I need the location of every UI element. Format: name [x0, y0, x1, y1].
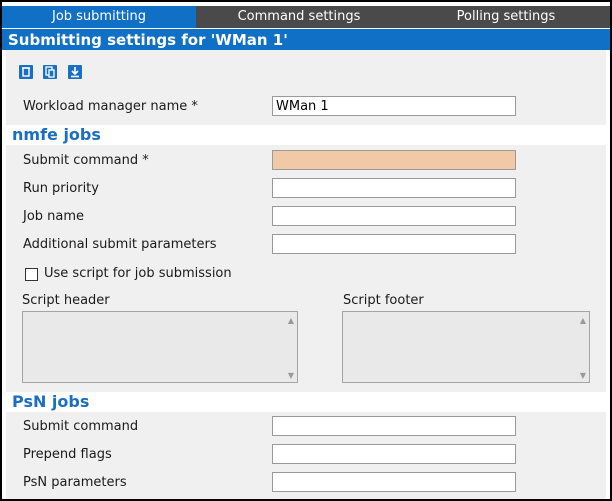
nmfe-submit-command-input[interactable] [272, 150, 516, 170]
tab-command-settings[interactable]: Command settings [196, 6, 402, 28]
script-footer-textarea[interactable]: ▲ ▼ [342, 311, 590, 383]
run-priority-input[interactable] [272, 178, 516, 198]
job-name-label: Job name [23, 209, 85, 224]
scroll-down-arrow-icon[interactable]: ▼ [288, 371, 294, 380]
workload-manager-name-label: Workload manager name * [23, 99, 198, 114]
delete-icon[interactable] [19, 65, 33, 79]
use-script-label: Use script for job submission [44, 266, 232, 281]
use-script-checkbox[interactable] [25, 268, 38, 281]
nmfe-submit-command-label: Submit command * [23, 153, 149, 168]
script-header-label: Script header [22, 293, 110, 308]
prepend-flags-input[interactable] [272, 444, 516, 464]
tab-bar: Job submitting Command settings Polling … [2, 6, 610, 28]
additional-submit-parameters-input[interactable] [272, 234, 516, 254]
additional-submit-parameters-label: Additional submit parameters [23, 237, 217, 252]
scroll-up-arrow-icon[interactable]: ▲ [288, 316, 294, 325]
scroll-up-arrow-icon[interactable]: ▲ [580, 316, 586, 325]
section-nmfe-jobs: nmfe jobs [6, 125, 606, 145]
workload-manager-name-input[interactable] [272, 96, 516, 116]
copy-icon[interactable] [43, 65, 57, 79]
psn-parameters-label: PsN parameters [23, 475, 127, 490]
script-header-textarea[interactable]: ▲ ▼ [22, 311, 298, 383]
scroll-down-arrow-icon[interactable]: ▼ [580, 371, 586, 380]
download-icon[interactable] [68, 65, 82, 79]
run-priority-label: Run priority [23, 181, 99, 196]
prepend-flags-label: Prepend flags [23, 447, 112, 462]
psn-submit-command-input[interactable] [272, 416, 516, 436]
psn-parameters-input[interactable] [272, 472, 516, 492]
settings-window: Job submitting Command settings Polling … [0, 0, 612, 501]
job-name-input[interactable] [272, 206, 516, 226]
section-psn-jobs: PsN jobs [6, 392, 606, 412]
script-footer-label: Script footer [343, 293, 424, 308]
tab-job-submitting[interactable]: Job submitting [2, 6, 196, 28]
psn-submit-command-label: Submit command [23, 419, 139, 434]
tab-polling-settings[interactable]: Polling settings [402, 6, 610, 28]
page-title: Submitting settings for 'WMan 1' [2, 28, 610, 50]
settings-panel: Workload manager name * nmfe jobs Submit… [6, 50, 606, 499]
